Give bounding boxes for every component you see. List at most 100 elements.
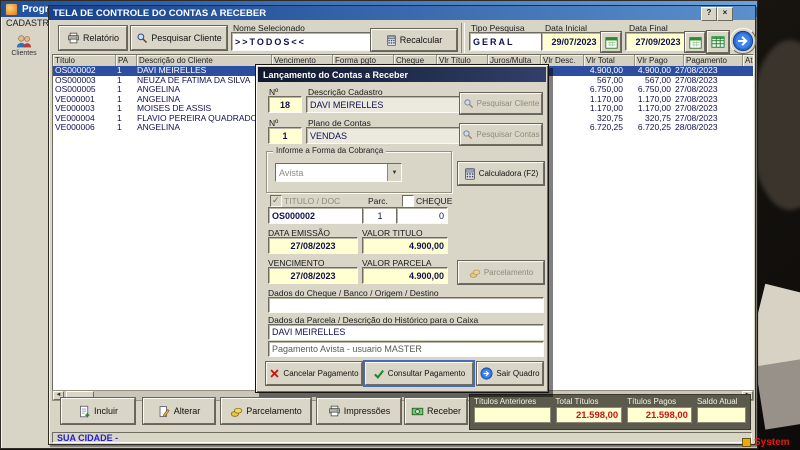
pesquisar-cliente-button[interactable]: Pesquisar Cliente [131, 26, 227, 50]
recalcular-button[interactable]: Recalcular [371, 29, 457, 51]
receber-button[interactable]: Receber [405, 398, 467, 424]
alterar-button[interactable]: Alterar [143, 398, 215, 424]
column-header[interactable]: Descrição do Cliente [137, 55, 272, 66]
grid-view-button[interactable] [707, 31, 729, 53]
table-cell: 27/08/2023 [673, 104, 731, 114]
table-cell: 1 [115, 104, 135, 114]
data-inicial-field[interactable]: 29/07/2023 [541, 32, 607, 51]
toolbar-clientes-label: Clientes [11, 50, 36, 57]
relatorio-button[interactable]: Relatório [59, 26, 127, 50]
table-cell: OS000005 [53, 85, 115, 95]
table-cell: 1.170,00 [575, 95, 625, 105]
relatorio-label: Relatório [83, 33, 119, 43]
historico-field-2[interactable]: Pagamento Avista - usuario MASTER [268, 341, 544, 357]
cheque-checkbox[interactable] [402, 195, 414, 207]
impressoes-button[interactable]: Impressões [317, 398, 401, 424]
consultar-pagamento-button[interactable]: Consultar Pagamento [365, 362, 473, 385]
historico-field-1[interactable]: DAVI MEIRELLES [268, 324, 544, 340]
table-cell: VE000003 [53, 104, 115, 114]
table-cell: 1 [115, 95, 135, 105]
table-cell: DAVI MEIRELLES [135, 66, 269, 76]
dialog-titlebar[interactable]: Lançamento do Contas a Receber [258, 67, 546, 82]
table-cell: 27/08/2023 [673, 66, 731, 76]
titulo-doc-checkbox[interactable] [270, 195, 282, 207]
toolbar-clientes-button[interactable]: Clientes [3, 31, 45, 59]
table-cell: VE000001 [53, 95, 115, 105]
column-header[interactable]: Atraso [743, 55, 754, 66]
document-plus-icon [78, 405, 91, 418]
saldo-atual-value [697, 407, 746, 423]
incluir-label: Incluir [94, 406, 118, 416]
table-cell: 320,75 [625, 114, 673, 124]
plano-contas-field[interactable]: VENDAS [306, 127, 460, 144]
data-inicial-calendar-button[interactable] [601, 32, 621, 52]
parcelamento-button[interactable]: Parcelamento [221, 398, 311, 424]
table-cell: NEUZA DE FATIMA DA SILVA [135, 76, 269, 86]
go-arrow-icon [732, 30, 754, 52]
sair-quadro-label: Sair Quadro [496, 369, 539, 378]
coins-icon [230, 405, 243, 418]
tipo-pesquisa-field[interactable]: GERAL [469, 32, 543, 51]
table-cell [731, 66, 754, 76]
vencimento-field[interactable]: 27/08/2023 [268, 267, 358, 284]
parc-field[interactable]: 1 [362, 207, 398, 224]
table-cell: FLAVIO PEREIRA QUADRADO [135, 114, 269, 124]
calculadora-button[interactable]: Calculadora (F2) [458, 162, 544, 185]
exit-arrow-icon [480, 367, 493, 380]
table-cell: 6.750,00 [625, 85, 673, 95]
descricao-cadastro-field[interactable]: DAVI MEIRELLES [306, 96, 460, 113]
dados-cheque-field[interactable] [268, 297, 544, 313]
calendar-icon [689, 36, 702, 49]
numero-field[interactable]: 18 [268, 96, 302, 113]
cheque-field[interactable]: 0 [396, 207, 448, 224]
data-final-calendar-button[interactable] [685, 32, 705, 52]
nome-selecionado-field[interactable]: >>TODOS<< [231, 32, 371, 51]
table-cell: 4.900,00 [575, 66, 625, 76]
modal-parcelamento-button[interactable]: Parcelamento [458, 261, 544, 284]
table-cell: 6.720,25 [625, 123, 673, 133]
valor-parcela-field[interactable]: 4.900,00 [362, 267, 448, 284]
modal-pesquisar-cliente-button[interactable]: Pesquisar Cliente [460, 93, 542, 114]
data-emissao-field[interactable]: 27/08/2023 [268, 237, 358, 254]
coins-icon [469, 267, 481, 279]
total-titulos-label: Total Títulos [556, 397, 623, 406]
forma-cobranca-select[interactable]: Avista ▼ [275, 163, 402, 182]
search-icon [136, 32, 148, 44]
table-cell: 1 [115, 114, 135, 124]
grid-icon [711, 35, 725, 49]
table-cell: VE000006 [53, 123, 115, 133]
column-header[interactable]: PA [116, 55, 137, 66]
table-cell [731, 95, 754, 105]
table-cell: ANGELINA [135, 123, 269, 133]
close-icon[interactable]: × [717, 7, 733, 21]
column-header[interactable]: Vlr Total [584, 55, 635, 66]
titulo-doc-field[interactable]: OS000002 [268, 207, 364, 224]
column-header[interactable]: Pagamento [684, 55, 743, 66]
system-text: System [754, 437, 790, 448]
chevron-down-icon[interactable]: ▼ [387, 164, 401, 181]
total-titulos-value: 21.598,00 [556, 407, 623, 423]
sair-quadro-button[interactable]: Sair Quadro [477, 362, 543, 385]
toolbar-separator [461, 23, 465, 53]
incluir-button[interactable]: Incluir [61, 398, 135, 424]
go-button[interactable] [730, 28, 756, 54]
data-final-field[interactable]: 27/09/2023 [625, 32, 691, 51]
plano-numero-field[interactable]: 1 [268, 127, 302, 144]
table-cell: 567,00 [625, 76, 673, 86]
pesquisar-contas-button[interactable]: Pesquisar Contas [460, 124, 542, 145]
cancelar-pagamento-button[interactable]: Cancelar Pagamento [266, 362, 362, 385]
cheque-label: CHEQUE [416, 196, 452, 206]
help-icon[interactable]: ? [701, 7, 717, 21]
valor-titulo-field[interactable]: 4.900,00 [362, 237, 448, 254]
table-cell: 6.720,25 [575, 123, 625, 133]
dialog-title: Lançamento do Contas a Receber [263, 70, 408, 80]
table-cell: 4.900,00 [625, 66, 673, 76]
parcelamento-label: Parcelamento [246, 406, 302, 416]
column-header[interactable]: Vlr Pago [635, 55, 684, 66]
search-icon [463, 98, 474, 109]
cancelar-pagamento-label: Cancelar Pagamento [283, 369, 358, 378]
main-window-titlebar[interactable]: TELA DE CONTROLE DO CONTAS A RECEBER ? × [49, 6, 755, 20]
table-cell [731, 104, 754, 114]
column-header[interactable]: Título [53, 55, 116, 66]
desktop-photo [755, 358, 800, 429]
